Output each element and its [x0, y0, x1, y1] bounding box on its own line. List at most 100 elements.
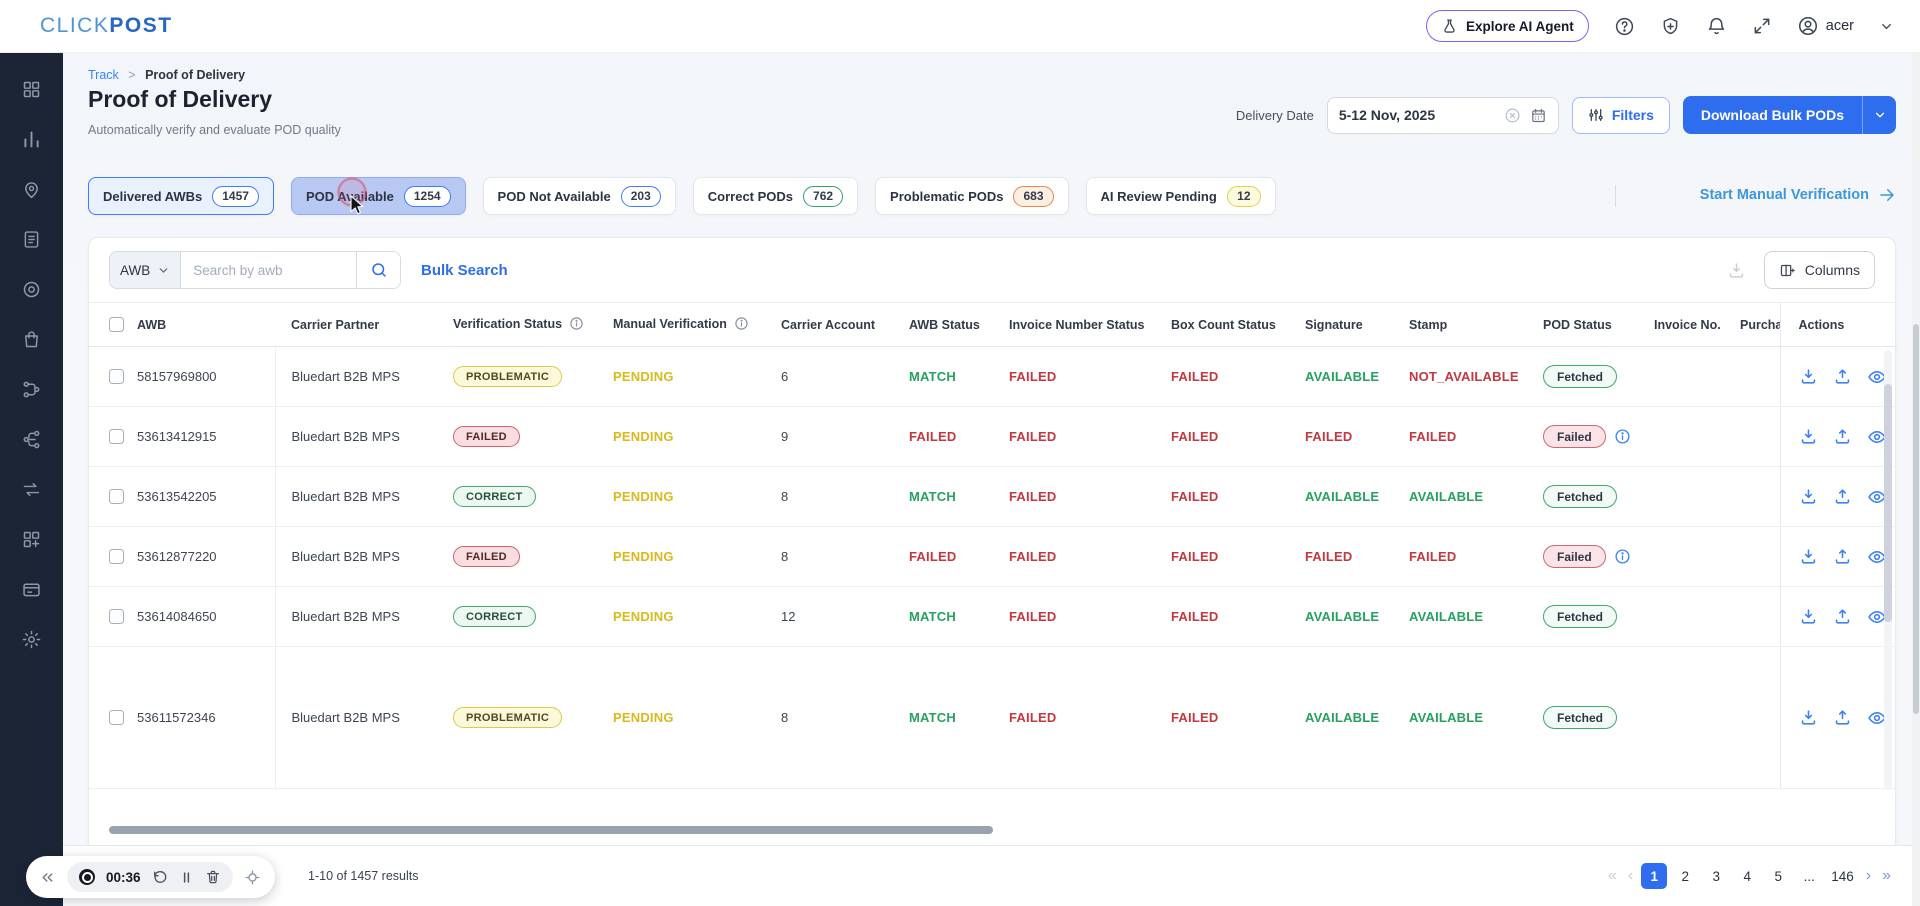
row-checkbox[interactable]	[109, 609, 124, 624]
sidebar-item-returns-target[interactable]	[0, 264, 63, 314]
upload-pod-icon[interactable]	[1833, 607, 1852, 626]
download-bulk-pods-button[interactable]: Download Bulk PODs	[1683, 96, 1896, 134]
pod-info-icon[interactable]	[1614, 428, 1631, 448]
upload-pod-icon[interactable]	[1833, 367, 1852, 386]
upload-pod-icon[interactable]	[1833, 547, 1852, 566]
row-checkbox[interactable]	[109, 549, 124, 564]
cell-awb: 53613542205	[89, 467, 275, 527]
table-row: 53614084650Bluedart B2B MPSCORRECTPENDIN…	[89, 587, 1897, 647]
delivery-date-input[interactable]: 5-12 Nov, 2025	[1327, 97, 1559, 134]
sidebar-item-analytics[interactable]	[0, 114, 63, 164]
filter-chip-ai-review-pending[interactable]: AI Review Pending12	[1086, 177, 1276, 215]
cell-carrier-account: 8	[765, 467, 893, 527]
download-options-toggle[interactable]	[1862, 96, 1896, 134]
explore-ai-agent-button[interactable]: Explore AI Agent	[1426, 10, 1589, 42]
info-icon[interactable]	[569, 316, 584, 334]
page-scrollbar-thumb[interactable]	[1913, 324, 1919, 714]
filter-chip-delivered-awbs[interactable]: Delivered AWBs1457	[88, 177, 274, 215]
last-page-button[interactable]: »	[1879, 868, 1894, 884]
previous-page-button[interactable]: ‹	[1625, 868, 1636, 884]
row-checkbox[interactable]	[109, 489, 124, 504]
filter-chip-correct-pods[interactable]: Correct PODs762	[693, 177, 858, 215]
notifications-bell-icon[interactable]	[1706, 16, 1727, 37]
sidebar-item-workflow-branch[interactable]	[0, 364, 63, 414]
fullscreen-icon[interactable]	[1752, 16, 1772, 36]
record-stop-button[interactable]	[79, 869, 95, 885]
download-pod-icon[interactable]	[1799, 547, 1818, 566]
filters-button[interactable]: Filters	[1572, 97, 1670, 134]
start-manual-verification-link[interactable]: Start Manual Verification	[1700, 186, 1896, 204]
workflow-branch-icon	[21, 379, 42, 400]
verification-status-badge: CORRECT	[453, 486, 536, 507]
clear-date-icon[interactable]	[1504, 107, 1521, 124]
cell-invoice-no	[1638, 467, 1724, 527]
export-download-icon[interactable]	[1727, 261, 1746, 280]
recording-timer: 00:36	[106, 870, 141, 885]
page-button-4[interactable]: 4	[1734, 863, 1760, 889]
cell-invoice-number-status: FAILED	[993, 347, 1155, 407]
search-category-select[interactable]: AWB	[110, 252, 181, 288]
filter-chip-problematic-pods[interactable]: Problematic PODs683	[875, 177, 1068, 215]
download-pod-icon[interactable]	[1799, 708, 1818, 727]
collapse-toolbar-icon[interactable]	[39, 869, 56, 886]
next-page-button[interactable]: ›	[1863, 868, 1874, 884]
filter-chip-pod-available[interactable]: POD Available1254	[291, 177, 466, 215]
pause-recording-icon[interactable]	[179, 870, 194, 885]
sidebar-item-workflow-flow[interactable]	[0, 414, 63, 464]
info-icon[interactable]	[734, 316, 749, 334]
bulk-search-link[interactable]: Bulk Search	[421, 262, 508, 279]
vertical-scrollbar-thumb[interactable]	[1884, 384, 1892, 622]
help-icon[interactable]	[1614, 16, 1635, 37]
page-button-5[interactable]: 5	[1765, 863, 1791, 889]
upload-pod-icon[interactable]	[1833, 427, 1852, 446]
filter-chip-pod-not-available[interactable]: POD Not Available203	[483, 177, 676, 215]
page-button-2[interactable]: 2	[1672, 863, 1698, 889]
horizontal-scrollbar[interactable]	[109, 826, 993, 834]
cell-invoice-no	[1638, 407, 1724, 467]
sidebar-item-settings-gear[interactable]	[0, 614, 63, 664]
search-button[interactable]	[356, 252, 400, 288]
cell-signature: FAILED	[1289, 527, 1393, 587]
page-button-3[interactable]: 3	[1703, 863, 1729, 889]
pod-status-badge: Fetched	[1543, 605, 1617, 628]
download-pod-icon[interactable]	[1799, 427, 1818, 446]
status-value: FAILED	[909, 549, 956, 564]
sidebar-item-integrations-grid[interactable]	[0, 514, 63, 564]
capture-target-icon[interactable]	[244, 869, 261, 886]
columns-button[interactable]: Columns	[1764, 251, 1875, 289]
sidebar-item-billing-wallet[interactable]	[0, 564, 63, 614]
shield-plus-icon[interactable]	[1660, 16, 1681, 37]
restart-recording-icon[interactable]	[152, 869, 168, 885]
cell-purchase	[1724, 347, 1780, 407]
search-input[interactable]	[181, 252, 356, 288]
delete-recording-icon[interactable]	[205, 869, 221, 885]
user-menu[interactable]: acer	[1797, 15, 1854, 37]
pod-status-badge: Fetched	[1543, 485, 1617, 508]
pod-info-icon[interactable]	[1614, 548, 1631, 568]
sidebar-item-track-location[interactable]	[0, 164, 63, 214]
calendar-icon[interactable]	[1530, 107, 1547, 124]
row-checkbox[interactable]	[109, 369, 124, 384]
page-button-1[interactable]: 1	[1641, 863, 1667, 889]
row-checkbox[interactable]	[109, 710, 124, 725]
chevron-down-icon[interactable]	[1879, 19, 1894, 34]
download-pod-icon[interactable]	[1799, 487, 1818, 506]
sidebar-item-transfer-arrows[interactable]	[0, 464, 63, 514]
select-all-checkbox[interactable]	[109, 317, 124, 332]
download-pod-icon[interactable]	[1799, 367, 1818, 386]
page-button-146[interactable]: 146	[1827, 863, 1858, 889]
upload-pod-icon[interactable]	[1833, 708, 1852, 727]
breadcrumb-track[interactable]: Track	[88, 68, 119, 82]
sidebar-item-dashboard[interactable]	[0, 64, 63, 114]
cell-invoice-no	[1638, 527, 1724, 587]
sidebar-item-orders-document[interactable]	[0, 214, 63, 264]
first-page-button[interactable]: «	[1605, 868, 1620, 884]
analytics-icon	[21, 129, 42, 150]
upload-pod-icon[interactable]	[1833, 487, 1852, 506]
status-value: PENDING	[613, 369, 674, 384]
row-checkbox[interactable]	[109, 429, 124, 444]
sidebar-item-shopping-bag[interactable]	[0, 314, 63, 364]
download-pod-icon[interactable]	[1799, 607, 1818, 626]
settings-gear-icon	[21, 629, 42, 650]
cell-box-count-status: FAILED	[1155, 467, 1289, 527]
